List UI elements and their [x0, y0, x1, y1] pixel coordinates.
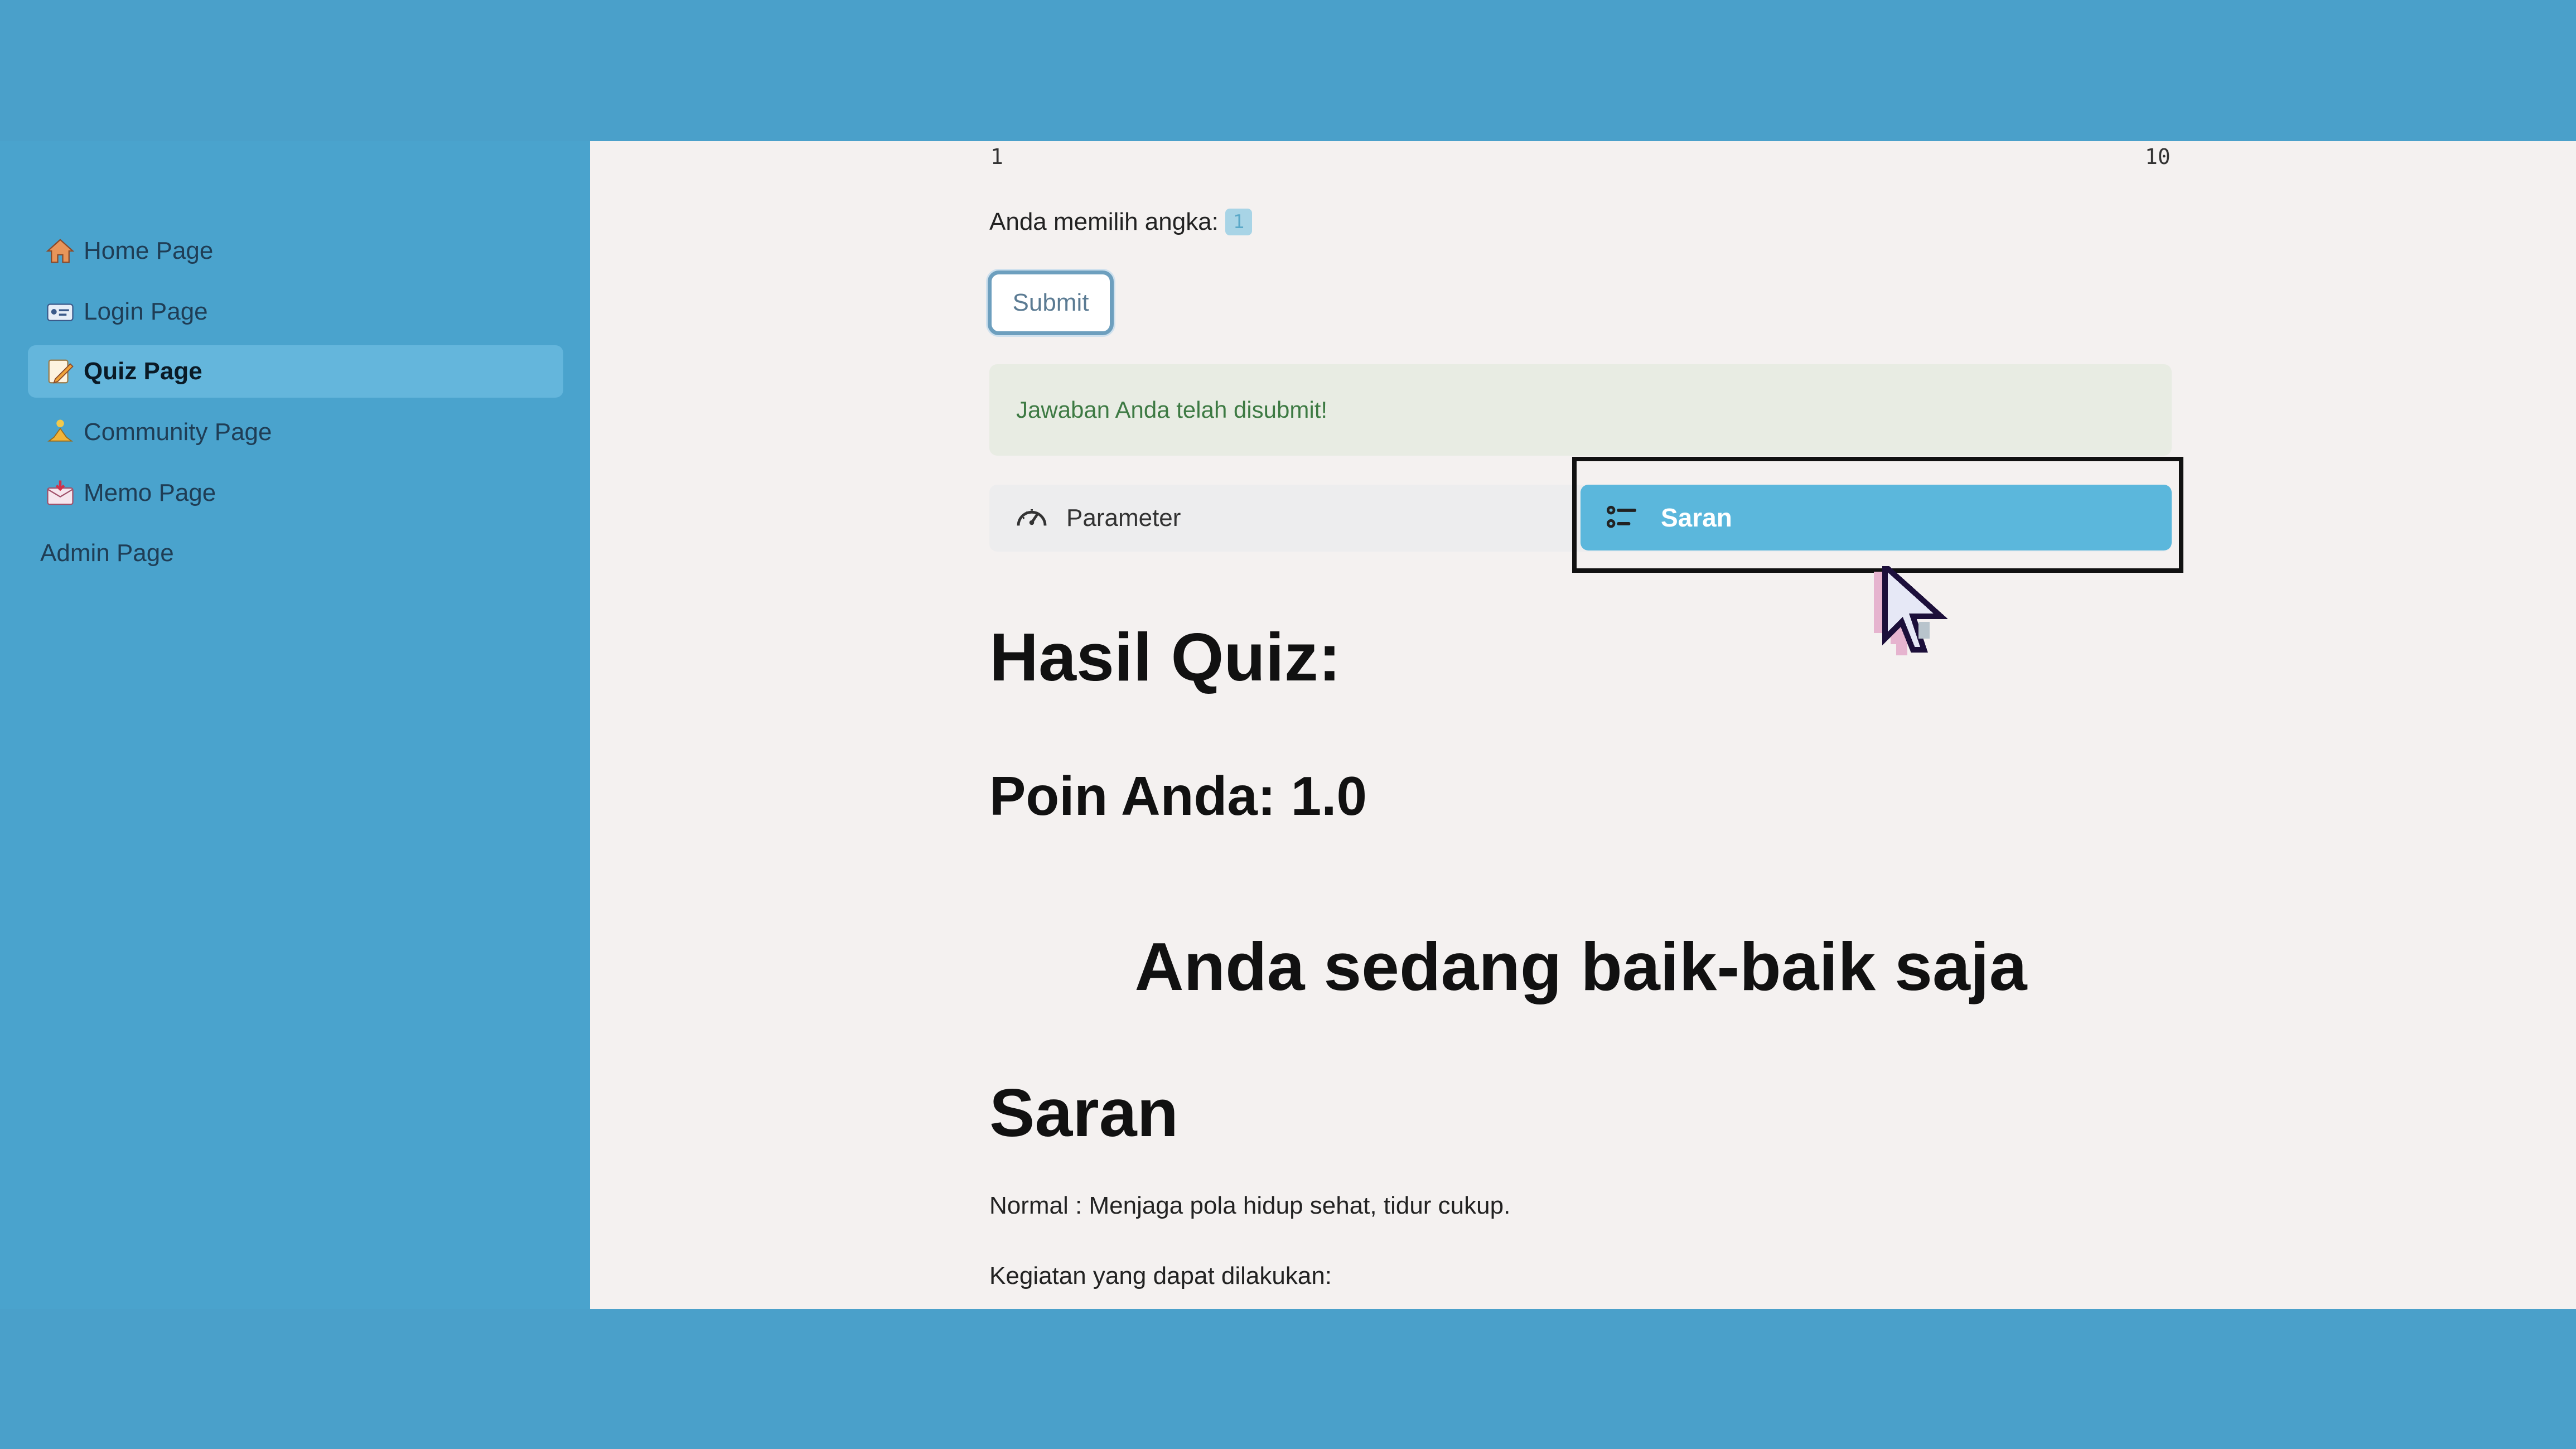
sidebar-item-home[interactable]: Home Page [28, 225, 563, 277]
sidebar-item-label: Quiz Page [84, 358, 202, 385]
sidebar-item-label: Admin Page [40, 539, 174, 567]
sidebar-item-label: Community Page [84, 418, 272, 446]
tab-parameter-label: Parameter [1066, 504, 1181, 532]
sidebar-item-memo[interactable]: Memo Page [28, 467, 563, 519]
memo-pencil-icon [45, 356, 76, 387]
success-alert: Jawaban Anda telah disubmit! [989, 364, 2172, 456]
sidebar-item-label: Home Page [84, 237, 214, 264]
normal-advice-text: Normal : Menjaga pola hidup sehat, tidur… [989, 1192, 1511, 1219]
saran-heading: Saran [989, 1075, 1179, 1151]
activities-label: Kegiatan yang dapat dilakukan: [989, 1262, 1332, 1289]
sidebar-item-admin[interactable]: Admin Page [28, 527, 563, 579]
sidebar: Home Page Login Page Quiz Page Community… [0, 141, 590, 1309]
choice-label: Anda memilih angka: [989, 208, 1219, 235]
success-alert-text: Jawaban Anda telah disubmit! [1016, 397, 1328, 423]
status-heading: Anda sedang baik-baik saja [1134, 929, 2027, 1004]
result-heading: Hasil Quiz: [989, 619, 1341, 695]
sidebar-item-label: Login Page [84, 298, 208, 325]
slider-min-label: 1 [990, 144, 1003, 169]
gauge-icon [1014, 500, 1050, 536]
points-heading: Poin Anda: 1.0 [989, 765, 1367, 827]
slider-max-label: 10 [2145, 144, 2171, 169]
sidebar-item-label: Memo Page [84, 479, 216, 506]
sidebar-item-community[interactable]: Community Page [28, 406, 563, 458]
envelope-arrow-icon [45, 477, 76, 509]
choice-text: Anda memilih angka: 1 [989, 208, 1253, 236]
sidebar-item-login[interactable]: Login Page [28, 286, 563, 338]
main-content: 1 10 Anda memilih angka: 1 Submit Jawaba… [590, 141, 2576, 1309]
choice-value-badge: 1 [1225, 209, 1253, 235]
person-meditating-icon [45, 417, 76, 448]
tab-highlight-box [1572, 457, 2183, 573]
house-icon [45, 235, 76, 267]
sidebar-item-quiz[interactable]: Quiz Page [28, 345, 563, 398]
submit-button[interactable]: Submit [988, 271, 1114, 335]
tab-parameter[interactable]: Parameter [989, 485, 1569, 552]
pointer-cursor-icon [1874, 566, 1949, 655]
id-card-icon [45, 296, 76, 327]
